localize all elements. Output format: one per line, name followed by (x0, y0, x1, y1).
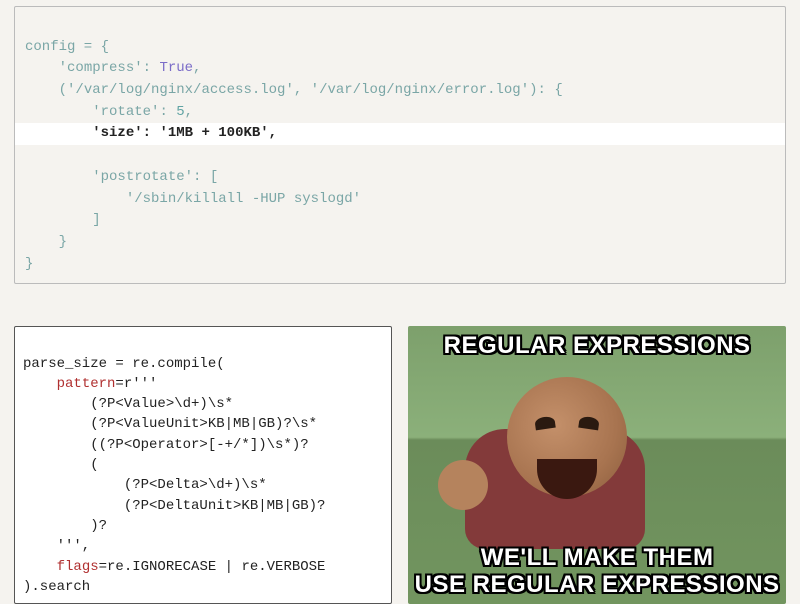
code-line: 'compress': True, (25, 60, 201, 76)
code-line-highlighted: 'size': '1MB + 100KB', (15, 123, 785, 145)
regex-code-block: parse_size = re.compile( pattern=r''' (?… (14, 326, 392, 604)
meme-fist-shape (438, 460, 488, 510)
code-line: ''', (23, 538, 90, 554)
code-line: } (25, 256, 33, 272)
code-line: 'rotate': 5, (25, 104, 193, 120)
code-line: ] (25, 212, 101, 228)
code-line: 'postrotate': [ (25, 169, 218, 185)
code-line: flags=re.IGNORECASE | re.VERBOSE (23, 559, 325, 575)
code-line: ).search (23, 579, 90, 595)
meme-bottom-line2: USE REGULAR EXPRESSIONS (415, 571, 780, 598)
code-line: )? (23, 518, 107, 534)
bottom-row: parse_size = re.compile( pattern=r''' (?… (14, 326, 786, 604)
meme-bottom-text: WE'LL MAKE THEM USE REGULAR EXPRESSIONS (408, 545, 786, 598)
code-line: (?P<Value>\d+)\s* (23, 396, 233, 412)
meme-mouth-shape (537, 459, 597, 499)
code-line: config = { (25, 39, 109, 55)
code-line: (?P<DeltaUnit>KB|MB|GB)? (23, 498, 325, 514)
code-line: pattern=r''' (23, 376, 157, 392)
code-line: ( (23, 457, 99, 473)
meme-bottom-line1: WE'LL MAKE THEM (481, 544, 714, 571)
config-code-block: config = { 'compress': True, ('/var/log/… (14, 6, 786, 284)
code-line: (?P<ValueUnit>KB|MB|GB)?\s* (23, 416, 317, 432)
code-line: ((?P<Operator>[-+/*])\s*)? (23, 437, 309, 453)
code-line: ('/var/log/nginx/access.log', '/var/log/… (25, 82, 563, 98)
code-line: } (25, 234, 67, 250)
code-line: '/sbin/killall -HUP syslogd' (25, 191, 361, 207)
meme-image: REGULAR EXPRESSIONS WE'LL MAKE THEM USE … (408, 326, 786, 604)
meme-top-text: REGULAR EXPRESSIONS (408, 332, 786, 360)
code-line: parse_size = re.compile( (23, 356, 225, 372)
code-line: (?P<Delta>\d+)\s* (23, 477, 267, 493)
meme-face-shape (507, 377, 627, 497)
